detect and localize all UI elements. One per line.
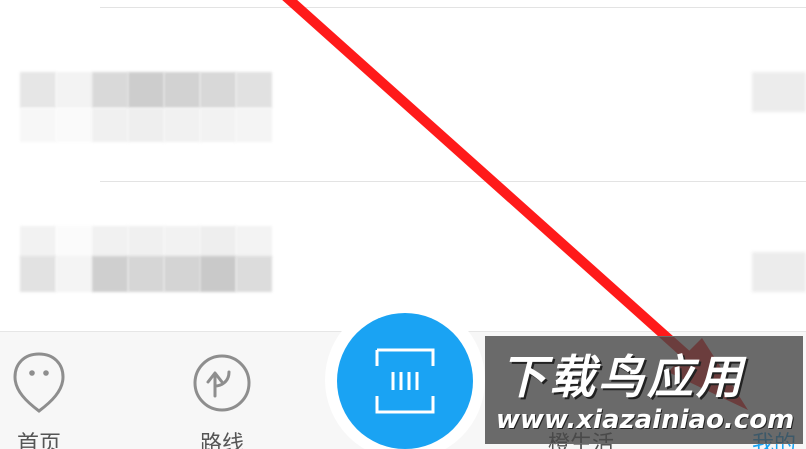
location-pin-smile-icon xyxy=(11,350,67,414)
tab-home-label: 首页 xyxy=(16,432,61,449)
blurred-title xyxy=(20,226,272,258)
blurred-subtitle xyxy=(20,108,272,142)
scan-barcode-icon xyxy=(373,346,437,416)
tab-route[interactable]: 路线 xyxy=(177,332,267,449)
app-screen: 首页 路线 橙生活 我的 xyxy=(0,0,806,449)
blurred-right-meta xyxy=(752,252,806,292)
blurred-right-meta xyxy=(752,72,806,112)
blurred-subtitle xyxy=(20,256,272,292)
route-arrow-icon xyxy=(191,352,253,414)
watermark-title: 下载鸟应用 xyxy=(500,350,745,404)
watermark-url: www.xiazainiao.com xyxy=(496,405,795,435)
watermark-logo: 下载鸟应用 www.xiazainiao.com xyxy=(485,336,803,444)
scan-button[interactable] xyxy=(337,313,473,449)
list-item[interactable] xyxy=(0,8,806,180)
tab-route-label: 路线 xyxy=(199,432,244,449)
tab-home[interactable]: 首页 xyxy=(0,332,84,449)
blurred-title xyxy=(20,72,272,108)
